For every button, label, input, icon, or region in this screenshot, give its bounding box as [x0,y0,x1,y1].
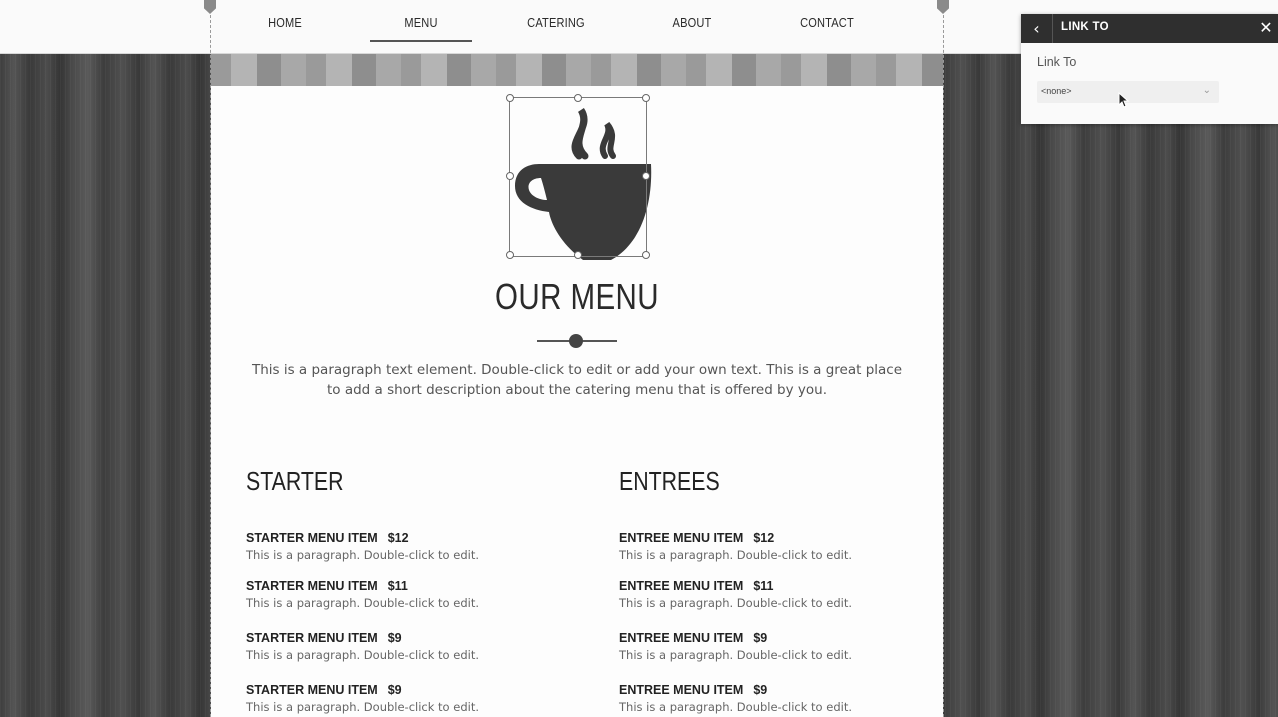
close-icon[interactable]: ✕ [1256,18,1276,38]
starter-heading[interactable]: STARTER [246,466,492,510]
nav-item-menu[interactable]: MENU [370,15,472,42]
item-name: STARTER MENU ITEM [246,579,378,593]
item-price: $12 [387,531,409,545]
main-nav: HOME MENU CATERING ABOUT CONTACT [216,0,896,53]
nav-item-catering[interactable]: CATERING [505,15,607,39]
resize-handle[interactable] [642,251,650,259]
item-price: $9 [387,683,402,697]
entrees-heading[interactable]: ENTREES [619,466,865,510]
resize-handle[interactable] [506,251,514,259]
item-description: This is a paragraph. Double-click to edi… [246,700,479,714]
item-price: $9 [387,631,402,645]
nav-item-contact[interactable]: CONTACT [776,15,878,39]
link-to-panel: ‹ LINK TO ✕ Link To <none> ⌄ [1021,14,1278,124]
resize-handle[interactable] [642,172,650,180]
nav-item-home[interactable]: HOME [234,15,336,39]
select-value: <none> [1041,86,1072,96]
resize-handle[interactable] [506,94,514,102]
selection-frame [506,94,650,259]
item-description: This is a paragraph. Double-click to edi… [619,648,852,662]
item-name: ENTREE MENU ITEM [619,631,744,645]
resize-handle[interactable] [574,251,582,259]
intro-paragraph[interactable]: This is a paragraph text element. Double… [251,360,903,400]
item-name: STARTER MENU ITEM [246,683,378,697]
starter-menu-item[interactable]: STARTER MENU ITEM $12 This is a paragraph… [246,531,546,562]
item-name: ENTREE MENU ITEM [619,579,744,593]
panel-title: LINK TO [1061,21,1109,33]
entree-menu-item[interactable]: ENTREE MENU ITEM $12 This is a paragraph.… [619,531,919,562]
item-name: STARTER MENU ITEM [246,631,378,645]
wood-strip [211,54,943,86]
item-name: ENTREE MENU ITEM [619,683,744,697]
item-price: $9 [753,631,768,645]
item-description: This is a paragraph. Double-click to edi… [619,548,852,562]
layout-guide-right [943,0,944,717]
menu-content: OUR MENU This is a paragraph text elemen… [211,86,943,717]
resize-handle[interactable] [574,94,582,102]
starter-menu-item[interactable]: STARTER MENU ITEM $9 This is a paragraph.… [246,683,546,714]
item-name: ENTREE MENU ITEM [619,531,744,545]
entrees-column: ENTREES ENTREE MENU ITEM $12 This is a pa… [619,466,919,714]
layout-guide-left [210,0,211,717]
item-description: This is a paragraph. Double-click to edi… [246,648,479,662]
item-description: This is a paragraph. Double-click to edi… [619,700,852,714]
starter-column: STARTER STARTER MENU ITEM $12 This is a p… [246,466,546,714]
item-price: $12 [753,531,775,545]
resize-handle[interactable] [506,172,514,180]
starter-menu-item[interactable]: STARTER MENU ITEM $11 This is a paragraph… [246,579,546,610]
link-to-label: Link To [1037,55,1077,69]
item-price: $9 [753,683,768,697]
chevron-left-icon[interactable]: ‹ [1021,14,1053,43]
nav-item-about[interactable]: ABOUT [641,15,743,39]
resize-handle[interactable] [642,94,650,102]
item-description: This is a paragraph. Double-click to edi… [246,596,479,610]
starter-menu-item[interactable]: STARTER MENU ITEM $9 This is a paragraph.… [246,631,546,662]
entree-menu-item[interactable]: ENTREE MENU ITEM $11 This is a paragraph.… [619,579,919,610]
page-title[interactable]: OUR MENU [277,276,877,318]
item-price: $11 [753,579,774,593]
panel-header: ‹ LINK TO ✕ [1021,14,1278,43]
item-name: STARTER MENU ITEM [246,531,378,545]
chevron-down-icon: ⌄ [1202,85,1211,96]
entree-menu-item[interactable]: ENTREE MENU ITEM $9 This is a paragraph. … [619,631,919,662]
mouse-cursor-icon [1118,92,1130,108]
item-description: This is a paragraph. Double-click to edi… [246,548,479,562]
entree-menu-item[interactable]: ENTREE MENU ITEM $9 This is a paragraph. … [619,683,919,714]
item-description: This is a paragraph. Double-click to edi… [619,596,852,610]
item-price: $11 [387,579,408,593]
title-divider [537,334,617,348]
